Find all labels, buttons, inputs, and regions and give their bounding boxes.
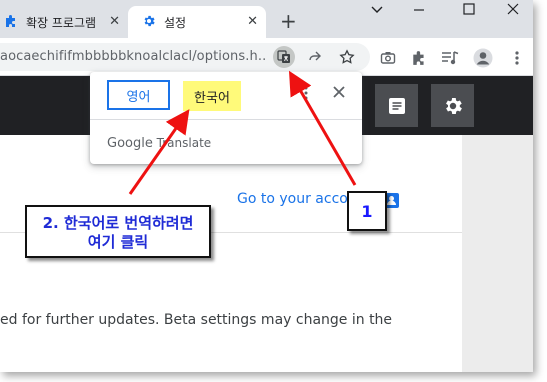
- page-side-background: [462, 135, 533, 372]
- browser-toolbar: aocaechififmbbbbbknoalclacl/options.h...: [0, 38, 533, 76]
- notes-button[interactable]: [375, 84, 418, 127]
- more-options-icon[interactable]: [304, 86, 308, 103]
- popup-divider: [90, 119, 362, 120]
- maximize-icon[interactable]: [462, 2, 476, 22]
- brand-translate-text: Translate: [156, 136, 212, 150]
- close-icon[interactable]: ✕: [109, 15, 120, 29]
- target-language-tab[interactable]: 한국어: [183, 81, 241, 111]
- bookmark-star-icon[interactable]: [336, 46, 358, 68]
- more-menu-icon[interactable]: [507, 48, 527, 68]
- tab-extensions[interactable]: 확장 프로그램 ✕: [0, 6, 128, 38]
- media-control-icon[interactable]: [440, 48, 460, 68]
- callout-step-1-text: 1: [361, 201, 373, 221]
- callout-step-2: 2. 한국어로 번역하려면 여기 클릭: [25, 205, 211, 258]
- callout-step-1: 1: [347, 191, 387, 231]
- tab-extensions-label: 확장 프로그램: [26, 15, 97, 30]
- window-close-icon[interactable]: [506, 2, 520, 22]
- brand-google-text: Google: [107, 136, 153, 151]
- profile-avatar-icon[interactable]: [473, 48, 493, 68]
- chevron-down-icon[interactable]: [370, 2, 384, 22]
- url-text[interactable]: aocaechififmbbbbbknoalclacl/options.h...: [0, 49, 266, 64]
- callout-step-2-line-2: 여기 클릭: [87, 232, 149, 251]
- popup-close-icon[interactable]: [333, 84, 345, 102]
- browser-window: 확장 프로그램 ✕ 설정 ✕ + aocaechififmbbbbbknoalc…: [0, 0, 533, 372]
- close-icon[interactable]: ✕: [247, 15, 258, 29]
- extensions-puzzle-icon[interactable]: [409, 48, 429, 68]
- minimize-icon[interactable]: [412, 0, 426, 26]
- tab-strip: 확장 프로그램 ✕ 설정 ✕ +: [0, 0, 533, 38]
- account-link[interactable]: Go to your acco: [237, 191, 348, 207]
- share-icon[interactable]: [304, 46, 326, 68]
- source-language-tab[interactable]: 영어: [107, 80, 170, 110]
- address-bar[interactable]: aocaechififmbbbbbknoalclacl/options.h...: [0, 43, 370, 71]
- puzzle-icon: [4, 14, 18, 31]
- tab-settings-label: 설정: [164, 15, 187, 30]
- google-translate-brand: Google Translate: [107, 136, 211, 151]
- gear-icon: [142, 14, 156, 31]
- settings-button[interactable]: [431, 84, 474, 127]
- translate-icon[interactable]: [273, 46, 295, 68]
- translate-popup: 영어 한국어 Google Translate: [90, 72, 362, 164]
- tab-settings[interactable]: 설정 ✕: [128, 6, 266, 38]
- beta-settings-text: ed for further updates. Beta settings ma…: [0, 312, 393, 328]
- callout-step-2-line-1: 2. 한국어로 번역하려면: [42, 213, 194, 232]
- new-tab-button[interactable]: +: [280, 8, 297, 34]
- camera-icon[interactable]: [378, 48, 398, 68]
